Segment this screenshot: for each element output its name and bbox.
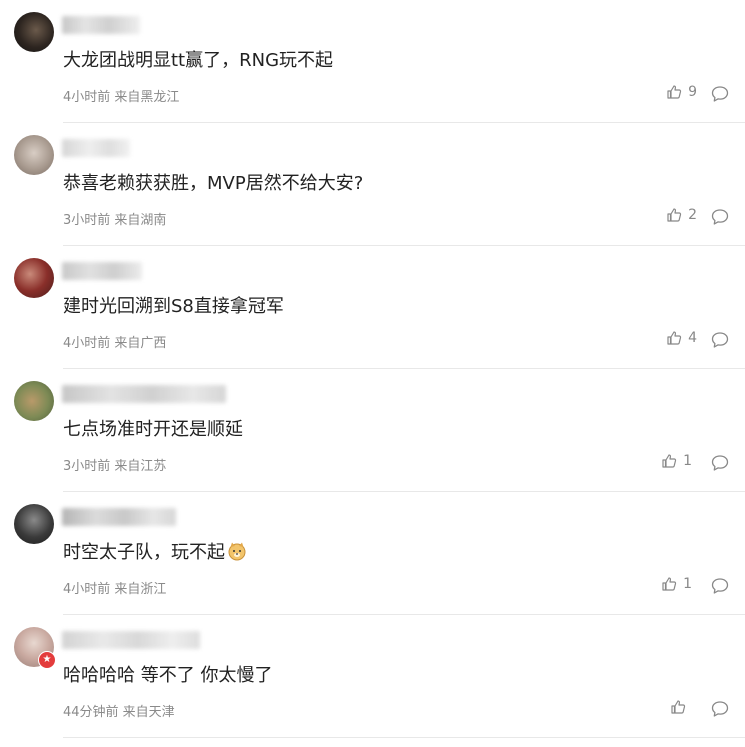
thumbs-up-icon — [671, 700, 686, 714]
comment-text-content: 时空太子队，玩不起 — [63, 542, 225, 563]
avatar[interactable] — [14, 135, 54, 175]
thumbs-up-icon — [667, 208, 682, 222]
comment-bubble-icon[interactable] — [710, 577, 730, 595]
username-blurred[interactable] — [62, 631, 200, 649]
like-button[interactable]: 2 — [666, 207, 697, 223]
comment-text: 时空太子队，玩不起 — [63, 540, 247, 566]
comment-item: 七点场准时开还是顺延 3小时前 来自江苏 1 — [0, 369, 745, 492]
like-button[interactable]: 4 — [666, 330, 697, 346]
like-count: 2 — [688, 207, 697, 223]
comment-bubble-icon[interactable] — [710, 85, 730, 103]
doge-emoji-icon — [228, 542, 246, 561]
thumbs-up-icon — [662, 454, 677, 468]
comment-item: ★ 哈哈哈哈 等不了 你太慢了 44分钟前 来自天津 — [0, 615, 745, 738]
username-blurred[interactable] — [62, 16, 140, 34]
thumbs-up-icon — [662, 577, 677, 591]
comment-text: 大龙团战明显tt赢了，RNG玩不起 — [63, 50, 334, 71]
comment-meta: 3小时前 来自江苏 — [63, 459, 167, 474]
avatar[interactable] — [14, 258, 54, 298]
avatar[interactable] — [14, 12, 54, 52]
like-button[interactable]: 9 — [666, 84, 697, 100]
divider — [63, 737, 745, 738]
comment-meta: 44分钟前 来自天津 — [63, 705, 175, 720]
username-blurred[interactable] — [62, 385, 226, 403]
comment-item: 建时光回溯到S8直接拿冠军 4小时前 来自广西 4 — [0, 246, 745, 369]
like-count: 9 — [688, 84, 697, 100]
like-count: 4 — [688, 330, 697, 346]
avatar[interactable] — [14, 504, 54, 544]
comment-bubble-icon[interactable] — [710, 331, 730, 349]
like-count: 1 — [683, 453, 692, 469]
like-button[interactable]: 1 — [661, 453, 692, 469]
comment-meta: 4小时前 来自浙江 — [63, 582, 167, 597]
comment-item: 大龙团战明显tt赢了，RNG玩不起 4小时前 来自黑龙江 9 — [0, 0, 745, 123]
username-blurred[interactable] — [62, 508, 176, 526]
comment-meta: 3小时前 来自湖南 — [63, 213, 167, 228]
thumbs-up-icon — [667, 331, 682, 345]
like-count: 1 — [683, 576, 692, 592]
thumbs-up-icon — [667, 85, 682, 99]
avatar[interactable] — [14, 381, 54, 421]
comment-text: 恭喜老赖获获胜，MVP居然不给大安? — [63, 173, 364, 194]
star-badge-icon: ★ — [38, 651, 56, 669]
comment-text: 哈哈哈哈 等不了 你太慢了 — [63, 665, 273, 686]
like-button[interactable] — [670, 699, 692, 715]
comment-item: 时空太子队，玩不起 4小时前 来自浙江 1 — [0, 492, 745, 615]
comment-meta: 4小时前 来自黑龙江 — [63, 90, 180, 105]
comment-item: 恭喜老赖获获胜，MVP居然不给大安? 3小时前 来自湖南 2 — [0, 123, 745, 246]
comment-bubble-icon[interactable] — [710, 700, 730, 718]
comment-bubble-icon[interactable] — [710, 454, 730, 472]
username-blurred[interactable] — [62, 262, 142, 280]
comment-text: 建时光回溯到S8直接拿冠军 — [63, 296, 284, 317]
username-blurred[interactable] — [62, 139, 130, 157]
comment-text: 七点场准时开还是顺延 — [63, 419, 243, 440]
like-button[interactable]: 1 — [661, 576, 692, 592]
comment-bubble-icon[interactable] — [710, 208, 730, 226]
comment-meta: 4小时前 来自广西 — [63, 336, 167, 351]
